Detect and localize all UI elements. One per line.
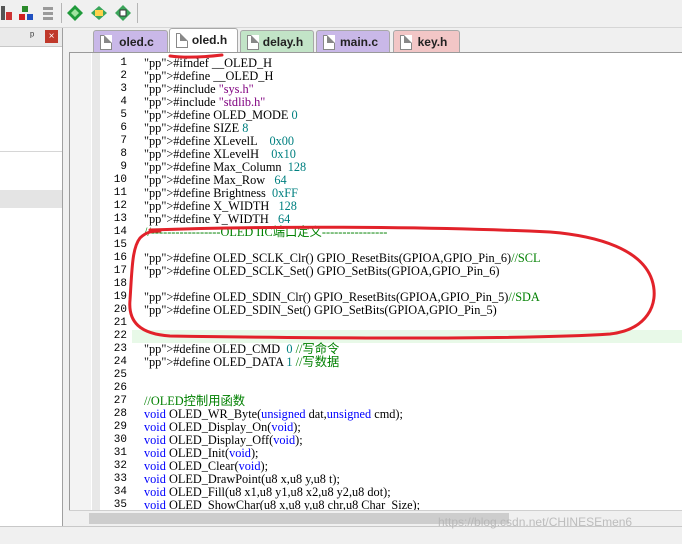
toolbar	[0, 0, 682, 28]
code-line[interactable]: "pp">#define OLED_SDIN_Set() GPIO_SetBit…	[144, 304, 497, 317]
tab-key-h[interactable]: key.h	[393, 30, 460, 52]
line-number: 2	[120, 70, 127, 82]
build-target-icon[interactable]	[0, 4, 18, 22]
line-number: 17	[113, 265, 127, 277]
line-number: 19	[113, 291, 127, 303]
pin-icon[interactable]: ᵖ	[30, 30, 34, 42]
line-number: 6	[120, 122, 127, 134]
line-number: 4	[120, 96, 127, 108]
line-number: 3	[120, 83, 127, 95]
line-number: 30	[113, 434, 127, 446]
code-line[interactable]: "pp">#define OLED_SCLK_Set() GPIO_SetBit…	[144, 265, 499, 278]
line-number: 9	[120, 161, 127, 173]
tree-item-selected[interactable]	[0, 190, 62, 208]
line-number: 10	[113, 174, 127, 186]
line-number: 25	[113, 369, 127, 381]
line-number: 27	[113, 395, 127, 407]
line-number: 20	[113, 304, 127, 316]
line-number: 21	[113, 317, 127, 329]
packs-icon[interactable]	[90, 4, 108, 22]
file-tab-strip: oled.c oled.h delay.h main.c key.h	[63, 28, 682, 52]
line-number: 13	[113, 213, 127, 225]
code-editor[interactable]: 1 "pp">#ifndef __OLED_H 2 "pp">#define __OL…	[69, 52, 682, 526]
tab-main-c[interactable]: main.c	[316, 30, 390, 52]
line-number: 16	[113, 252, 127, 264]
line-number: 11	[113, 187, 127, 199]
tab-delay-h[interactable]: delay.h	[240, 30, 314, 52]
line-number: 24	[113, 356, 127, 368]
green-box-icon[interactable]	[114, 4, 132, 22]
close-icon[interactable]: ×	[45, 30, 58, 43]
line-number: 22	[113, 330, 127, 342]
line-number: 7	[120, 135, 127, 147]
line-number: 5	[120, 109, 127, 121]
tab-oled-c[interactable]: oled.c	[93, 30, 168, 52]
line-number: 14	[113, 226, 127, 238]
line-number: 15	[113, 239, 127, 251]
watermark: https://blog.csdn.net/CHINESEmen6	[438, 515, 633, 529]
insert-icon[interactable]	[40, 4, 58, 22]
batch-build-icon[interactable]	[18, 4, 36, 22]
line-number: 18	[113, 278, 127, 290]
line-number: 32	[113, 460, 127, 472]
line-number: 8	[120, 148, 127, 160]
line-number: 31	[113, 447, 127, 459]
code-line[interactable]: "pp">#define OLED_DATA 1 //写数据	[144, 356, 339, 369]
code-line[interactable]: //-----------------OLED IIC端口定义---------…	[144, 226, 387, 239]
tab-oled-h[interactable]: oled.h	[169, 28, 238, 52]
line-number: 12	[113, 200, 127, 212]
toolbar-separator	[137, 3, 138, 23]
project-panel-header: ᵖ ×	[0, 28, 62, 47]
toolbar-separator	[61, 3, 62, 23]
line-number: 28	[113, 408, 127, 420]
project-panel: ᵖ ×	[0, 28, 63, 543]
panel-divider	[0, 151, 62, 152]
line-number: 29	[113, 421, 127, 433]
diamond-icon[interactable]	[66, 4, 84, 22]
line-number: 1	[120, 57, 127, 69]
line-number: 26	[113, 382, 127, 394]
line-number: 23	[113, 343, 127, 355]
line-number: 33	[113, 473, 127, 485]
line-number: 34	[113, 486, 127, 498]
